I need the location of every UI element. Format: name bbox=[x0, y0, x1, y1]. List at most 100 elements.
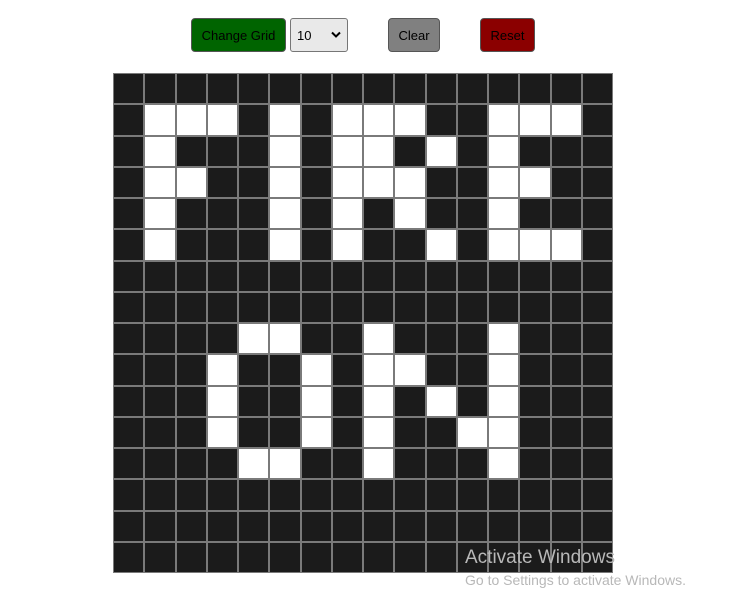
grid-cell[interactable] bbox=[395, 136, 425, 166]
grid-cell[interactable] bbox=[582, 324, 612, 354]
grid-cell[interactable] bbox=[364, 167, 394, 197]
reset-button[interactable]: Reset bbox=[480, 18, 535, 52]
grid-cell[interactable] bbox=[582, 292, 612, 322]
grid-cell[interactable] bbox=[551, 230, 581, 260]
grid-cell[interactable] bbox=[582, 230, 612, 260]
grid-cell[interactable] bbox=[270, 511, 300, 541]
grid-cell[interactable] bbox=[239, 136, 269, 166]
grid-cell[interactable] bbox=[145, 105, 175, 135]
grid-cell[interactable] bbox=[176, 292, 206, 322]
grid-cell[interactable] bbox=[301, 480, 331, 510]
grid-cell[interactable] bbox=[239, 105, 269, 135]
grid-cell[interactable] bbox=[364, 386, 394, 416]
clear-button[interactable]: Clear bbox=[388, 18, 440, 52]
grid-cell[interactable] bbox=[520, 136, 550, 166]
grid-cell[interactable] bbox=[332, 261, 362, 291]
grid-cell[interactable] bbox=[395, 167, 425, 197]
grid-cell[interactable] bbox=[332, 74, 362, 104]
grid-cell[interactable] bbox=[239, 449, 269, 479]
grid-cell[interactable] bbox=[364, 105, 394, 135]
grid-cell[interactable] bbox=[239, 199, 269, 229]
grid-cell[interactable] bbox=[301, 136, 331, 166]
grid-cell[interactable] bbox=[239, 480, 269, 510]
grid-cell[interactable] bbox=[457, 511, 487, 541]
grid-cell[interactable] bbox=[114, 386, 144, 416]
grid-cell[interactable] bbox=[332, 417, 362, 447]
grid-cell[interactable] bbox=[270, 449, 300, 479]
grid-cell[interactable] bbox=[364, 449, 394, 479]
grid-cell[interactable] bbox=[114, 417, 144, 447]
grid-cell[interactable] bbox=[395, 292, 425, 322]
grid-cell[interactable] bbox=[145, 167, 175, 197]
grid-cell[interactable] bbox=[520, 199, 550, 229]
grid-cell[interactable] bbox=[145, 292, 175, 322]
grid-cell[interactable] bbox=[176, 230, 206, 260]
grid-cell[interactable] bbox=[520, 449, 550, 479]
grid-cell[interactable] bbox=[457, 480, 487, 510]
grid-cell[interactable] bbox=[332, 449, 362, 479]
grid-cell[interactable] bbox=[176, 386, 206, 416]
grid-cell[interactable] bbox=[114, 511, 144, 541]
grid-cell[interactable] bbox=[332, 230, 362, 260]
grid-cell[interactable] bbox=[176, 199, 206, 229]
grid-cell[interactable] bbox=[426, 511, 456, 541]
grid-cell[interactable] bbox=[489, 417, 519, 447]
grid-cell[interactable] bbox=[489, 480, 519, 510]
grid-cell[interactable] bbox=[520, 261, 550, 291]
grid-cell[interactable] bbox=[582, 449, 612, 479]
grid-cell[interactable] bbox=[114, 355, 144, 385]
grid-cell[interactable] bbox=[270, 136, 300, 166]
grid-cell[interactable] bbox=[457, 386, 487, 416]
grid-cell[interactable] bbox=[332, 511, 362, 541]
grid-cell[interactable] bbox=[457, 105, 487, 135]
grid-cell[interactable] bbox=[551, 511, 581, 541]
grid-cell[interactable] bbox=[332, 199, 362, 229]
grid-cell[interactable] bbox=[395, 355, 425, 385]
grid-cell[interactable] bbox=[489, 449, 519, 479]
grid-cell[interactable] bbox=[145, 324, 175, 354]
grid-cell[interactable] bbox=[301, 324, 331, 354]
grid-cell[interactable] bbox=[426, 230, 456, 260]
grid-cell[interactable] bbox=[426, 449, 456, 479]
grid-cell[interactable] bbox=[426, 292, 456, 322]
grid-cell[interactable] bbox=[457, 136, 487, 166]
grid-cell[interactable] bbox=[176, 542, 206, 572]
grid-cell[interactable] bbox=[582, 480, 612, 510]
grid-cell[interactable] bbox=[426, 74, 456, 104]
grid-cell[interactable] bbox=[239, 261, 269, 291]
grid-cell[interactable] bbox=[364, 480, 394, 510]
grid-cell[interactable] bbox=[520, 105, 550, 135]
grid-cell[interactable] bbox=[489, 324, 519, 354]
grid-cell[interactable] bbox=[270, 324, 300, 354]
grid-cell[interactable] bbox=[332, 355, 362, 385]
grid-cell[interactable] bbox=[426, 199, 456, 229]
grid-cell[interactable] bbox=[301, 199, 331, 229]
grid-cell[interactable] bbox=[207, 292, 237, 322]
grid-cell[interactable] bbox=[145, 261, 175, 291]
grid-cell[interactable] bbox=[301, 417, 331, 447]
grid-cell[interactable] bbox=[489, 136, 519, 166]
grid-cell[interactable] bbox=[489, 167, 519, 197]
grid-cell[interactable] bbox=[332, 292, 362, 322]
grid-cell[interactable] bbox=[489, 386, 519, 416]
grid-cell[interactable] bbox=[395, 417, 425, 447]
grid-cell[interactable] bbox=[551, 105, 581, 135]
grid-cell[interactable] bbox=[270, 261, 300, 291]
grid-cell[interactable] bbox=[457, 199, 487, 229]
grid-cell[interactable] bbox=[582, 261, 612, 291]
grid-cell[interactable] bbox=[551, 449, 581, 479]
grid-cell[interactable] bbox=[239, 417, 269, 447]
grid-cell[interactable] bbox=[176, 74, 206, 104]
grid-cell[interactable] bbox=[457, 230, 487, 260]
grid-cell[interactable] bbox=[176, 324, 206, 354]
grid-cell[interactable] bbox=[551, 199, 581, 229]
grid-cell[interactable] bbox=[520, 74, 550, 104]
grid-cell[interactable] bbox=[520, 386, 550, 416]
grid-cell[interactable] bbox=[457, 74, 487, 104]
grid-cell[interactable] bbox=[239, 292, 269, 322]
grid-cell[interactable] bbox=[239, 167, 269, 197]
grid-cell[interactable] bbox=[239, 74, 269, 104]
grid-cell[interactable] bbox=[176, 105, 206, 135]
grid-cell[interactable] bbox=[426, 355, 456, 385]
grid-cell[interactable] bbox=[332, 105, 362, 135]
